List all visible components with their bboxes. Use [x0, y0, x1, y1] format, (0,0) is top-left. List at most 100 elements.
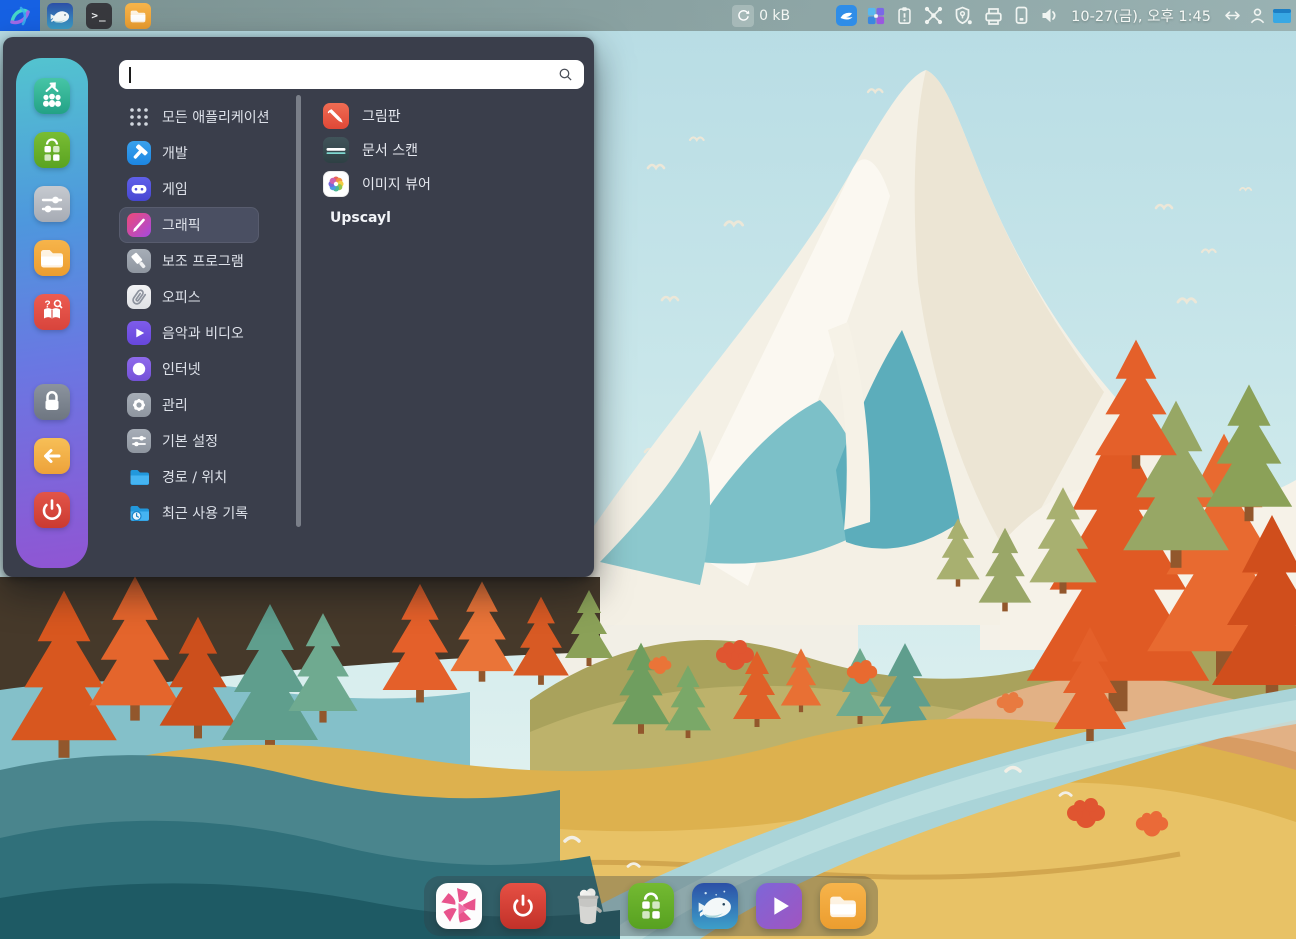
folder-icon: [126, 4, 150, 28]
app-label: 이미지 뷰어: [362, 174, 431, 194]
app-upscayl[interactable]: Upscayl: [323, 201, 573, 235]
dock-whale-browser[interactable]: [692, 883, 738, 929]
category-scrollbar[interactable]: [296, 95, 301, 527]
dock-media-player-pinwheel[interactable]: [436, 883, 482, 929]
administration-icon: [127, 393, 151, 417]
network-rate: 0 kB: [759, 8, 790, 24]
software-center-icon: [34, 132, 70, 168]
community-button[interactable]: [34, 78, 70, 114]
application-menu: ?: [3, 37, 594, 577]
dock-software-center[interactable]: [628, 883, 674, 929]
dock-file-manager[interactable]: [820, 883, 866, 929]
all-apps-grid-icon: [127, 105, 151, 129]
menu-sidebar: ?: [16, 58, 88, 568]
category-label: 음악과 비디오: [162, 323, 244, 343]
dock-media-player[interactable]: [756, 883, 802, 929]
lock-screen-button[interactable]: [34, 384, 70, 420]
app-label: 그림판: [362, 106, 401, 126]
category-graphics[interactable]: 그래픽: [119, 207, 259, 243]
tray-security-shield-icon[interactable]: [953, 5, 974, 26]
dock-trash[interactable]: [564, 883, 610, 929]
category-label: 관리: [162, 395, 188, 415]
category-label: 모든 애플리케이션: [162, 107, 270, 127]
file-manager-button[interactable]: [34, 240, 70, 276]
terminal-glyph: >_: [91, 9, 106, 22]
app-label: Upscayl: [323, 210, 391, 226]
tray-app-grid-icon[interactable]: [866, 6, 886, 26]
category-games[interactable]: 게임: [119, 171, 295, 207]
paint-icon: [323, 103, 349, 129]
distro-logo-icon: [6, 4, 34, 28]
shutdown-button[interactable]: [34, 492, 70, 528]
launcher-terminal[interactable]: >_: [86, 3, 112, 29]
network-monitor[interactable]: 0 kB: [732, 5, 790, 27]
show-desktop-button[interactable]: [1273, 9, 1291, 23]
desktop: >_ 0 kB: [0, 0, 1296, 939]
category-all-applications[interactable]: 모든 애플리케이션: [119, 99, 295, 135]
games-icon: [127, 177, 151, 201]
search-input[interactable]: [131, 67, 558, 83]
app-document-scanner[interactable]: 문서 스캔: [323, 133, 573, 167]
music-video-icon: [127, 321, 151, 345]
dock: [424, 876, 878, 936]
tweaks-icon: [34, 186, 70, 222]
help-button[interactable]: ?: [34, 294, 70, 330]
search-icon: [557, 66, 574, 83]
places-folder-icon: [127, 465, 151, 489]
category-office[interactable]: 오피스: [119, 279, 295, 315]
category-label: 인터넷: [162, 359, 201, 379]
category-label: 보조 프로그램: [162, 251, 244, 271]
user-icon[interactable]: [1248, 6, 1267, 25]
app-label: 문서 스캔: [362, 140, 418, 160]
tray-printer-icon[interactable]: [983, 6, 1004, 26]
accessories-icon: [127, 249, 151, 273]
logout-button[interactable]: [34, 438, 70, 474]
category-accessories[interactable]: 보조 프로그램: [119, 243, 295, 279]
category-label: 오피스: [162, 287, 201, 307]
tray-removable-device-icon[interactable]: [1013, 5, 1030, 26]
category-label: 경로 / 위치: [162, 467, 227, 487]
category-music-video[interactable]: 음악과 비디오: [119, 315, 295, 351]
category-list: 모든 애플리케이션 개발 게임 그래픽: [119, 99, 295, 531]
tray-clipboard-icon[interactable]: [895, 5, 914, 26]
category-administration[interactable]: 관리: [119, 387, 295, 423]
launcher-files[interactable]: [125, 3, 151, 29]
launcher-whale-browser[interactable]: [47, 3, 73, 29]
panel-expand-icon[interactable]: [1223, 6, 1242, 25]
system-tray: [836, 5, 1060, 26]
category-internet[interactable]: 인터넷: [119, 351, 295, 387]
tweaks-button[interactable]: [34, 186, 70, 222]
recent-history-icon: [127, 501, 151, 525]
tray-volume-icon[interactable]: [1039, 6, 1060, 25]
lock-icon: [34, 384, 70, 420]
top-panel: >_ 0 kB: [0, 0, 1296, 31]
logout-arrow-icon: [34, 438, 70, 474]
panel-right: 0 kB: [732, 5, 1296, 27]
help-icon: ?: [34, 294, 70, 330]
app-image-viewer[interactable]: 이미지 뷰어: [323, 167, 573, 201]
search-box[interactable]: [119, 60, 584, 89]
power-icon: [34, 492, 70, 528]
dock-power-button[interactable]: [500, 883, 546, 929]
app-paint[interactable]: 그림판: [323, 99, 573, 133]
folder-icon: [34, 240, 70, 276]
play-icon: [758, 885, 800, 927]
software-center-icon: [630, 885, 672, 927]
clock[interactable]: 10-27(금), 오후 1:45: [1071, 5, 1211, 26]
category-development[interactable]: 개발: [119, 135, 295, 171]
image-viewer-icon: [323, 171, 349, 197]
whale-icon: [694, 885, 736, 927]
graphics-icon: [127, 213, 151, 237]
trash-icon: [564, 883, 610, 929]
category-places[interactable]: 경로 / 위치: [119, 459, 295, 495]
category-preferences[interactable]: 기본 설정: [119, 423, 295, 459]
power-icon: [504, 887, 542, 925]
tray-network-nodes-icon[interactable]: [923, 5, 944, 26]
internet-icon: [127, 357, 151, 381]
category-label: 게임: [162, 179, 188, 199]
software-center-button[interactable]: [34, 132, 70, 168]
app-menu-button[interactable]: [0, 0, 40, 31]
category-recent[interactable]: 최근 사용 기록: [119, 495, 295, 531]
tray-whale-app-icon[interactable]: [836, 5, 857, 26]
category-label: 그래픽: [162, 215, 201, 235]
